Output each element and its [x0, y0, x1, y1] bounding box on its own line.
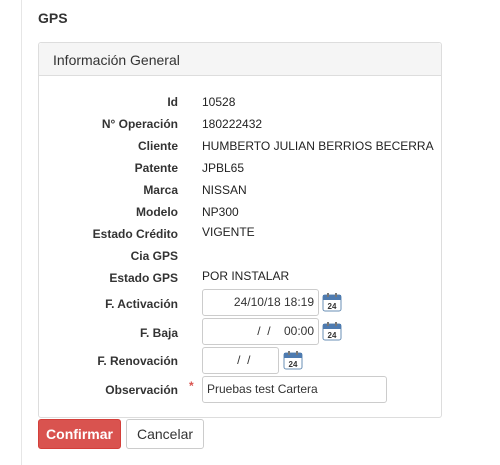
confirm-button[interactable]: Confirmar: [38, 419, 121, 449]
field-modelo: Modelo NP300: [39, 205, 443, 223]
required-asterisk: *: [189, 379, 194, 393]
field-label: Modelo: [136, 205, 178, 219]
field-label: Cia GPS: [130, 249, 178, 263]
baja-date-input[interactable]: / / 00:00: [202, 318, 319, 345]
field-value: HUMBERTO JULIAN BERRIOS BECERRA: [202, 139, 434, 153]
cancel-button[interactable]: Cancelar: [126, 419, 204, 449]
field-label: Cliente: [137, 139, 178, 153]
panel-heading: Información General: [39, 43, 441, 76]
field-label: Estado Crédito: [92, 227, 178, 241]
general-info-panel: Información General Id 10528 N° Operació…: [38, 42, 442, 418]
field-label: Marca: [143, 183, 178, 197]
calendar-icon[interactable]: 24: [322, 292, 342, 312]
field-value: JPBL65: [202, 161, 245, 175]
left-border-line: [21, 0, 22, 465]
field-label: Observación: [105, 383, 178, 397]
calendar-icon-text: 24: [328, 331, 337, 340]
field-estado-credito: Estado Crédito VIGENTE: [39, 225, 443, 243]
activation-date-input[interactable]: 24/10/18 18:19: [202, 289, 319, 316]
field-label: F. Activación: [105, 297, 178, 311]
field-value: 10528: [202, 95, 236, 109]
field-value: POR INSTALAR: [202, 269, 290, 283]
calendar-icon-text: 24: [289, 360, 298, 369]
field-marca: Marca NISSAN: [39, 183, 443, 201]
calendar-icon-text: 24: [328, 302, 337, 311]
observacion-input[interactable]: Pruebas test Cartera: [202, 376, 387, 403]
field-id: Id 10528: [39, 95, 443, 113]
field-label: Id: [167, 95, 178, 109]
field-estado-gps: Estado GPS POR INSTALAR: [39, 269, 443, 287]
field-label: F. Baja: [139, 326, 178, 340]
field-label: F. Renovación: [97, 354, 178, 368]
field-label: Patente: [134, 161, 178, 175]
field-patente: Patente JPBL65: [39, 161, 443, 179]
field-value: NISSAN: [202, 183, 247, 197]
calendar-icon[interactable]: 24: [283, 350, 303, 370]
field-cliente: Cliente HUMBERTO JULIAN BERRIOS BECERRA: [39, 139, 443, 157]
field-cia-gps: Cia GPS: [39, 249, 443, 267]
field-label: N° Operación: [101, 117, 178, 131]
field-value: 180222432: [202, 117, 263, 131]
calendar-icon[interactable]: 24: [322, 321, 342, 341]
renovacion-date-input[interactable]: / /: [202, 347, 279, 374]
field-operacion: N° Operación 180222432: [39, 117, 443, 135]
page-title: GPS: [38, 10, 68, 26]
field-value: NP300: [202, 205, 239, 219]
field-label: Estado GPS: [109, 271, 178, 285]
field-value: VIGENTE: [202, 225, 255, 239]
